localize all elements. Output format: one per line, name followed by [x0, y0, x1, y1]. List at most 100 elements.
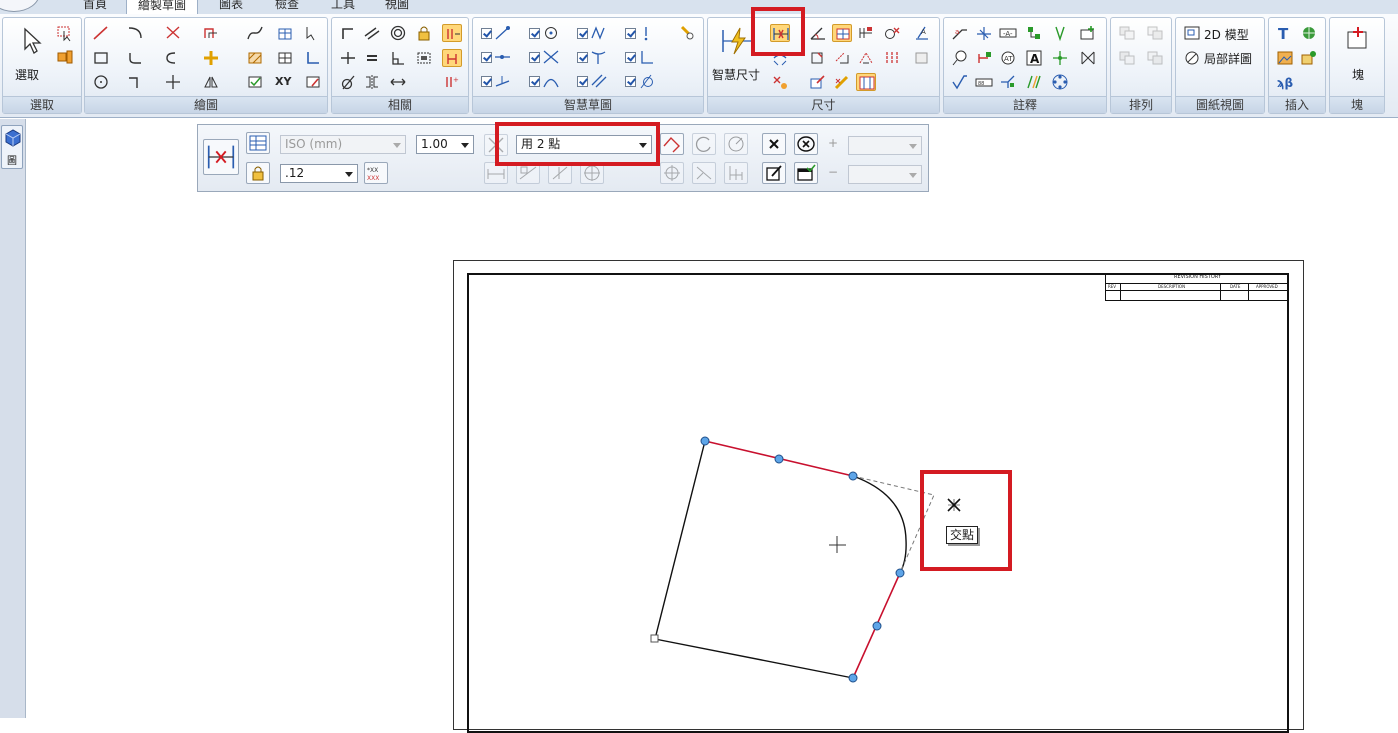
angle-between-button[interactable] [808, 24, 828, 42]
plus-tolerance-select[interactable] [848, 136, 922, 155]
detail-view-label[interactable]: 局部詳圖 [1204, 50, 1252, 67]
rotate-button[interactable] [201, 49, 221, 67]
edge-condition-button[interactable]: AT [998, 49, 1018, 67]
intellisketch-tangent-arc-checkbox[interactable] [625, 76, 636, 87]
radial-dimension-button[interactable] [832, 49, 852, 67]
maintain-relations-button[interactable] [442, 24, 462, 42]
tangent-relation-button[interactable] [338, 73, 358, 91]
line-button[interactable] [91, 24, 111, 42]
move-button[interactable] [303, 24, 323, 42]
symmetric-diameter-button[interactable] [882, 24, 902, 42]
sketch-table-button[interactable] [275, 49, 295, 67]
symmetric-relation-button[interactable] [362, 73, 382, 91]
connect-relation-button[interactable] [338, 24, 358, 42]
relation-handles-button[interactable] [442, 49, 462, 67]
relation-assistant-button[interactable]: + [442, 73, 462, 91]
fillet-button[interactable] [125, 49, 145, 67]
bring-to-front-button[interactable] [1145, 24, 1165, 42]
table-draw-button[interactable] [275, 24, 295, 42]
circle-button[interactable] [91, 73, 111, 91]
dimension-display-button[interactable] [856, 73, 876, 91]
feature-control-frame-button[interactable]: -A- [998, 24, 1018, 42]
chamfer-button[interactable] [125, 73, 145, 91]
dimension-type-button[interactable] [203, 139, 239, 175]
model-2d-icon-button[interactable] [1182, 24, 1202, 42]
perpendicular-relation-button[interactable] [338, 49, 358, 67]
properties-table-button[interactable] [245, 73, 265, 91]
ordinate-dimension-button[interactable] [882, 49, 902, 67]
coordinate-dimension-button[interactable] [832, 24, 852, 42]
xy-coordinate-button[interactable]: XY [275, 75, 295, 93]
weld-symbol-button[interactable] [1050, 24, 1070, 42]
weld-leader-button[interactable] [998, 73, 1018, 91]
angular-dimension-button[interactable] [856, 49, 876, 67]
datum-frame-button[interactable] [1024, 24, 1044, 42]
bolt-circle-button[interactable] [1050, 73, 1070, 91]
datum-target-button[interactable] [974, 49, 994, 67]
corner-button[interactable] [303, 49, 323, 67]
insert-object-button[interactable] [1299, 24, 1319, 42]
intellisketch-perpendicular-checkbox[interactable] [625, 52, 636, 63]
scale-select[interactable]: 1.00 [416, 135, 474, 154]
center-mark-button[interactable] [1050, 49, 1070, 67]
keypoint-button[interactable] [660, 133, 684, 155]
tab-tools[interactable]: 工具 [318, 0, 368, 14]
copy-attributes-button[interactable] [912, 49, 932, 67]
bolt-hole-circle-button[interactable] [1078, 49, 1098, 67]
tab-sketch[interactable]: 繪製草圖 [126, 0, 198, 14]
tab-home[interactable]: 首頁 [70, 0, 120, 14]
dimension-style-button[interactable]: A [912, 24, 932, 42]
stacked-button[interactable] [724, 162, 748, 184]
arc-button[interactable] [125, 24, 145, 42]
application-button[interactable] [0, 0, 40, 12]
check-annotation-button[interactable] [950, 73, 970, 91]
insert-image-button[interactable] [1275, 49, 1295, 67]
select-tool-button[interactable] [19, 26, 45, 56]
fill-button[interactable] [245, 49, 265, 67]
lock-relation-button[interactable] [414, 24, 434, 42]
edit-table-button[interactable] [303, 73, 323, 91]
angular-coordinate-button[interactable] [856, 24, 876, 42]
angle-direction-button[interactable] [692, 162, 716, 184]
curve-button[interactable] [245, 24, 265, 42]
tab-inspect[interactable]: 檢查 [262, 0, 312, 14]
intellisketch-perp-checkbox[interactable] [577, 52, 588, 63]
balloon-button[interactable] [950, 49, 970, 67]
dimension-properties-button[interactable] [246, 132, 270, 154]
apply-dimension-button[interactable] [794, 162, 818, 184]
insert-hyperlink-button[interactable] [1299, 49, 1319, 67]
offset-button[interactable] [201, 24, 221, 42]
intellisketch-tangent-checkbox[interactable] [577, 28, 588, 39]
symmetric-button[interactable] [660, 162, 684, 184]
bring-forward-button[interactable] [1117, 24, 1137, 42]
intellisketch-center-checkbox[interactable] [529, 28, 540, 39]
intellisketch-parallel-checkbox[interactable] [577, 76, 588, 87]
intellisketch-endpoint-checkbox[interactable] [481, 28, 492, 39]
select-filter-button[interactable] [55, 48, 75, 66]
mirror-button[interactable] [201, 73, 221, 91]
insert-text-button[interactable]: T [1275, 24, 1295, 42]
add-annotation-button[interactable] [1078, 24, 1098, 42]
tolerance-button[interactable] [808, 73, 828, 91]
close-command-button[interactable] [762, 133, 786, 155]
tab-charts[interactable]: 圖表 [206, 0, 256, 14]
rigid-set-button[interactable] [414, 49, 434, 67]
select-tools-button[interactable] [55, 24, 75, 42]
intellisketch-on-element-checkbox[interactable] [481, 76, 492, 87]
send-backward-button[interactable] [1117, 49, 1137, 67]
right-angle-relation-button[interactable] [388, 49, 408, 67]
send-to-back-button[interactable] [1145, 49, 1165, 67]
dimension-style-select[interactable]: ISO (mm) [280, 135, 406, 154]
extend-button[interactable] [163, 49, 183, 67]
precision-select[interactable]: .12 [280, 164, 358, 183]
trim-button[interactable] [163, 24, 183, 42]
parallel-relation-button[interactable] [362, 24, 382, 42]
insert-symbol-button[interactable]: ϡβ [1275, 73, 1295, 91]
concentric-relation-button[interactable] [388, 24, 408, 42]
callout-button[interactable]: 88 [974, 73, 994, 91]
split-button[interactable] [163, 73, 183, 91]
surface-texture-button[interactable] [974, 24, 994, 42]
center-line-button[interactable] [1024, 73, 1044, 91]
equal-relation-button[interactable] [362, 49, 382, 67]
dimension-prefix-button[interactable]: *XX XXX [364, 162, 388, 184]
